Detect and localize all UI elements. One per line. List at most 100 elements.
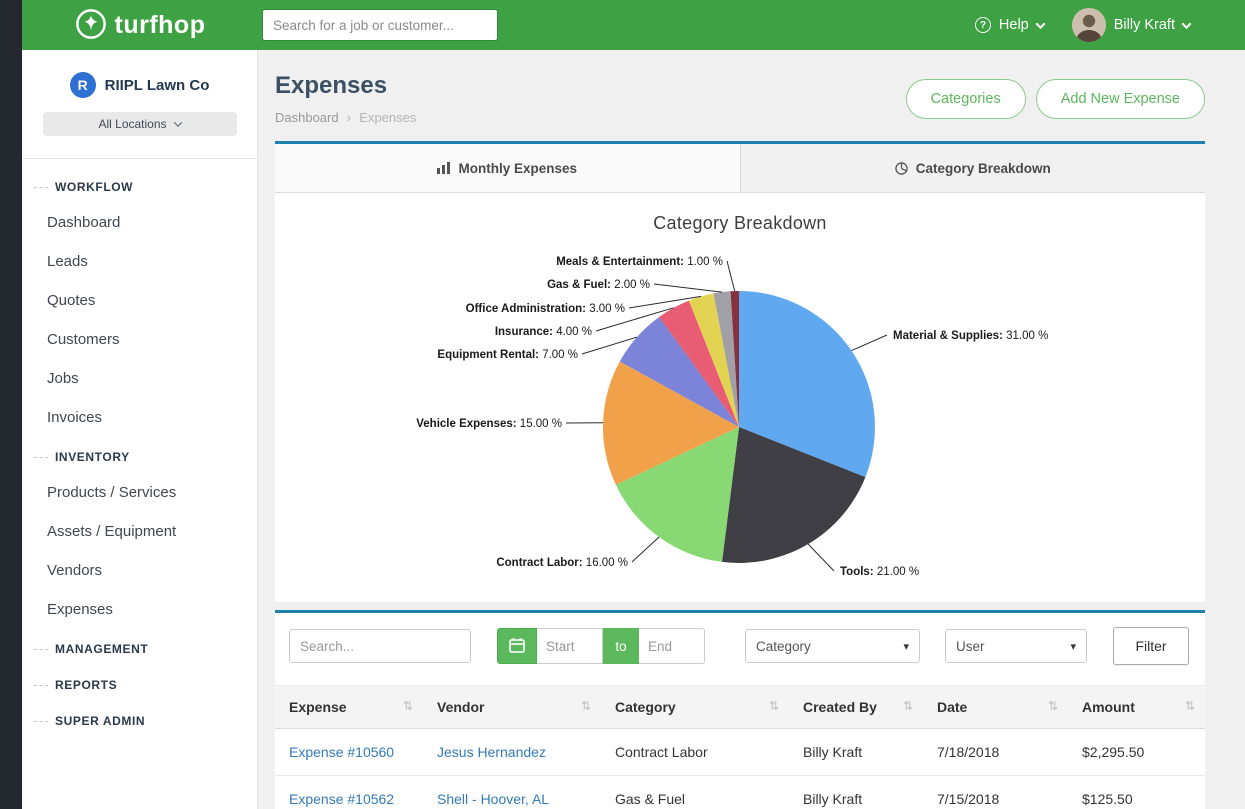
tree-dash-icon: [34, 187, 48, 188]
user-avatar: [1072, 8, 1106, 42]
filter-button[interactable]: Filter: [1113, 627, 1189, 665]
bar-chart-icon: [437, 162, 450, 174]
sidebar-item-dashboard[interactable]: Dashboard: [22, 203, 257, 242]
sidebar-item-vendors[interactable]: Vendors: [22, 551, 257, 590]
column-header-created-by[interactable]: ⇅Created By: [789, 686, 923, 729]
header-buttons: Categories Add New Expense: [906, 79, 1205, 119]
chart-tabs: Monthly Expenses Category Breakdown: [275, 144, 1205, 193]
brand-logo[interactable]: turfhop: [22, 8, 258, 43]
tab-monthly-expenses[interactable]: Monthly Expenses: [275, 144, 740, 192]
pie-label-gas-fuel: Gas & Fuel: 2.00 %: [547, 279, 650, 291]
topbar-right: ? Help Billy Kraft: [975, 8, 1245, 42]
sidebar-section-workflow[interactable]: WORKFLOW: [22, 167, 257, 203]
sort-icon: ⇅: [769, 699, 779, 713]
label-leader-line: [632, 537, 659, 562]
company-name: RIIPL Lawn Co: [105, 77, 210, 94]
column-header-date[interactable]: ⇅ Date: [923, 686, 1068, 729]
chart-title: Category Breakdown: [275, 213, 1205, 234]
sidebar-item-expenses[interactable]: Expenses: [22, 590, 257, 629]
column-label: Date: [937, 699, 967, 715]
column-header-category[interactable]: ⇅Category: [601, 686, 789, 729]
user-name: Billy Kraft: [1114, 17, 1175, 33]
breadcrumb-dashboard[interactable]: Dashboard: [275, 110, 339, 125]
pie-label-vehicle-expenses: Vehicle Expenses: 15.00 %: [416, 418, 562, 430]
sidebar-item-jobs[interactable]: Jobs: [22, 359, 257, 398]
breadcrumb: Dashboard › Expenses: [275, 109, 416, 125]
column-header-vendor[interactable]: ⇅Vendor: [423, 686, 601, 729]
tab-category-breakdown[interactable]: Category Breakdown: [740, 144, 1206, 192]
page-header: Expenses Dashboard › Expenses Categories…: [275, 72, 1205, 125]
table-row: Expense #10562Shell - Hoover, ALGas & Fu…: [275, 776, 1205, 809]
label-leader-line: [808, 544, 834, 571]
location-label: All Locations: [98, 117, 166, 131]
sidebar-item-invoices[interactable]: Invoices: [22, 398, 257, 437]
table-search-input[interactable]: [289, 629, 471, 663]
column-header-expense[interactable]: ⇅Expense: [275, 686, 423, 729]
calendar-button[interactable]: [497, 628, 537, 664]
sidebar-section-management[interactable]: MANAGEMENT: [22, 629, 257, 665]
company-selector[interactable]: R RIIPL Lawn Co: [22, 50, 257, 98]
section-label: INVENTORY: [55, 450, 130, 464]
sidebar-section-super-admin[interactable]: SUPER ADMIN: [22, 701, 257, 737]
caret-down-icon: ▾: [1070, 640, 1076, 653]
sidebar-nav: WORKFLOWDashboardLeadsQuotesCustomersJob…: [22, 159, 257, 737]
global-search-input[interactable]: [262, 9, 498, 41]
label-leader-line: [727, 261, 735, 291]
add-new-expense-button[interactable]: Add New Expense: [1036, 79, 1205, 119]
sidebar-section-reports[interactable]: REPORTS: [22, 665, 257, 701]
table-row: Expense #10560 Jesus Hernandez Contract La…: [275, 729, 1205, 776]
cell-amount: $125.50: [1068, 776, 1205, 809]
sidebar-item-quotes[interactable]: Quotes: [22, 281, 257, 320]
cell-vendor: Shell - Hoover, AL: [423, 776, 601, 809]
label-leader-line: [654, 284, 722, 292]
user-select[interactable]: User ▾: [945, 629, 1087, 663]
pie-chart-svg: Material & Supplies: 31.00 %Tools: 21.00…: [275, 238, 1205, 590]
category-select[interactable]: Category ▾: [745, 629, 920, 663]
tree-dash-icon: [34, 649, 48, 650]
sidebar: R RIIPL Lawn Co All Locations WORKFLOWDa…: [22, 50, 258, 809]
cell-date: 7/15/2018: [923, 776, 1068, 809]
start-date-input[interactable]: [537, 628, 603, 664]
expense-link[interactable]: Expense #10562: [289, 791, 394, 807]
cell-amount: $2,295.50: [1068, 729, 1205, 776]
pie-label-contract-labor: Contract Labor: 16.00 %: [496, 557, 628, 569]
column-label: Expense: [289, 699, 347, 715]
column-header-amount[interactable]: ⇅ Amount: [1068, 686, 1205, 729]
cell-expense: Expense #10560: [275, 729, 423, 776]
help-menu[interactable]: ? Help: [975, 17, 1044, 33]
location-selector[interactable]: All Locations: [43, 112, 237, 136]
cell-category: Contract Labor: [601, 729, 789, 776]
expense-link[interactable]: Expense #10560: [289, 744, 394, 760]
sidebar-item-customers[interactable]: Customers: [22, 320, 257, 359]
end-date-input[interactable]: [639, 628, 705, 664]
categories-button[interactable]: Categories: [906, 79, 1026, 119]
pie-label-equipment-rental: Equipment Rental: 7.00 %: [437, 349, 578, 361]
section-label: REPORTS: [55, 678, 117, 692]
label-leader-line: [852, 335, 888, 351]
cell-expense: Expense #10562: [275, 776, 423, 809]
cell-created_by: Billy Kraft: [789, 729, 923, 776]
sidebar-item-assets-equipment[interactable]: Assets / Equipment: [22, 512, 257, 551]
user-menu[interactable]: Billy Kraft: [1072, 8, 1190, 42]
sidebar-item-leads[interactable]: Leads: [22, 242, 257, 281]
sidebar-item-products-services[interactable]: Products / Services: [22, 473, 257, 512]
vendor-link[interactable]: Jesus Hernandez: [437, 744, 546, 760]
vendor-link[interactable]: Shell - Hoover, AL: [437, 791, 549, 807]
column-label: Amount: [1082, 699, 1135, 715]
pie-label-material-supplies: Material & Supplies: 31.00 %: [893, 330, 1048, 342]
section-label: SUPER ADMIN: [55, 714, 145, 728]
sort-icon: ⇅: [1185, 699, 1195, 713]
caret-down-icon: ▾: [903, 640, 909, 653]
tree-dash-icon: [34, 721, 48, 722]
calendar-icon: [509, 637, 525, 656]
section-label: MANAGEMENT: [55, 642, 148, 656]
sidebar-section-inventory[interactable]: INVENTORY: [22, 437, 257, 473]
chevron-down-icon: [1035, 19, 1045, 29]
cell-date: 7/18/2018: [923, 729, 1068, 776]
chevron-down-icon: [1182, 19, 1192, 29]
sort-icon: ⇅: [1048, 699, 1058, 713]
expenses-table: ⇅Expense⇅Vendor⇅Category⇅Created By⇅Date…: [275, 685, 1205, 809]
chart-card: Monthly Expenses Category Breakdown Cate…: [275, 141, 1205, 602]
brand-name: turfhop: [115, 11, 206, 40]
help-label: Help: [999, 17, 1029, 33]
